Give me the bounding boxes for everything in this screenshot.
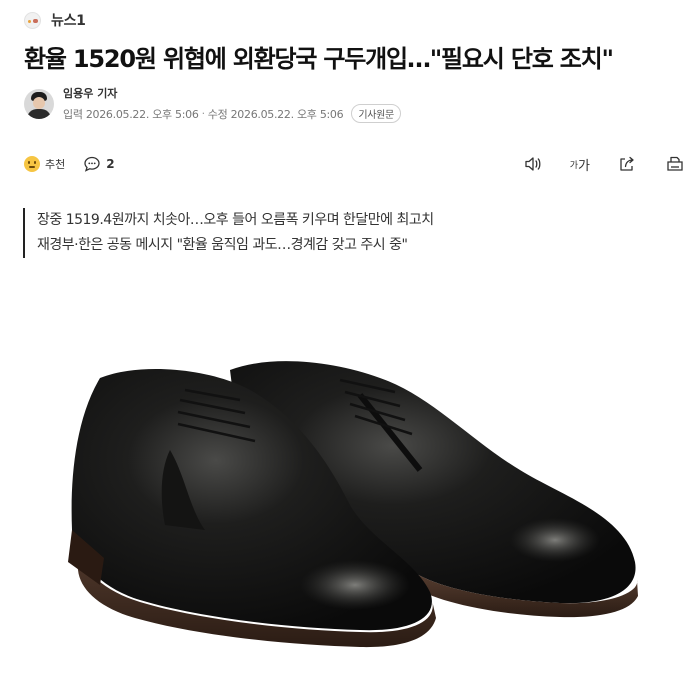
recommend-label: 추천: [45, 158, 66, 171]
shoes-image: [68, 361, 638, 648]
comment-button[interactable]: 2: [83, 155, 115, 173]
article-photo[interactable]: [0, 300, 698, 684]
share-icon[interactable]: [616, 153, 638, 175]
action-bar: 추천 2 가가: [24, 152, 686, 176]
font-size-button[interactable]: 가가: [570, 153, 590, 175]
font-size-small-label: 가: [569, 160, 579, 171]
article-tools: 가가: [522, 153, 686, 175]
byline: 임용우 기자 입력 2026.05.22. 오후 5:06 · 수정 2026.…: [24, 85, 401, 123]
original-article-button[interactable]: 기사원문: [351, 104, 401, 123]
article-subheadings: 장중 1519.4원까지 치솟아…오후 들어 오름폭 키우며 한달만에 최고치 …: [23, 208, 673, 258]
comment-bubble-icon: [83, 155, 101, 173]
modified-date: 수정 2026.05.22. 오후 5:06: [207, 107, 344, 121]
print-icon[interactable]: [664, 153, 686, 175]
smile-emoji-icon: [24, 156, 40, 172]
reporter-name[interactable]: 임용우 기자: [63, 85, 401, 101]
news1-logo-icon[interactable]: [24, 11, 41, 29]
subheading-line-1: 장중 1519.4원까지 치솟아…오후 들어 오름폭 키우며 한달만에 최고치: [37, 212, 434, 228]
published-date: 입력 2026.05.22. 오후 5:06: [63, 107, 199, 121]
subheading-line-2: 재경부·한은 공동 메시지 "환율 움직임 과도…경계감 갖고 주시 중": [37, 237, 408, 253]
font-size-large-label: 가: [578, 158, 590, 174]
speaker-icon[interactable]: [522, 153, 544, 175]
recommend-button[interactable]: 추천: [24, 156, 65, 172]
source-bar: 뉴스1: [24, 9, 86, 31]
article-title: 환율 1520원 위협에 외환당국 구두개입…"필요시 단호 조치": [24, 45, 614, 73]
comment-count: 2: [106, 157, 115, 171]
source-name[interactable]: 뉴스1: [51, 10, 86, 30]
article-dates: 입력 2026.05.22. 오후 5:06 · 수정 2026.05.22. …: [63, 104, 401, 123]
date-separator: ·: [201, 107, 206, 120]
reporter-avatar[interactable]: [24, 89, 54, 119]
